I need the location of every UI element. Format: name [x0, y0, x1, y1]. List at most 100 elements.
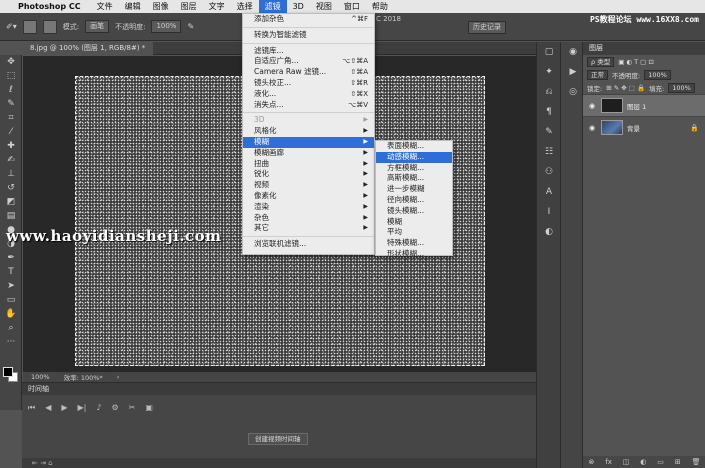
lasso-tool-icon[interactable]: ℓ: [0, 83, 22, 97]
menu-select[interactable]: 选择: [231, 0, 259, 13]
menu-item-adaptive-wide-angle[interactable]: 自适应广角... ⌥⇧⌘A: [243, 56, 374, 67]
filter-icons[interactable]: ▣ ◐ T ▢ ⊡: [618, 58, 654, 66]
history-option[interactable]: 历史记录: [468, 21, 506, 34]
fill-field[interactable]: 100%: [668, 82, 695, 93]
menu-item-distort[interactable]: 扭曲 ▶: [243, 159, 374, 170]
character-icon[interactable]: A: [537, 182, 561, 202]
menu-item-blur-simple[interactable]: 模糊: [376, 217, 452, 228]
eyedropper-tool-icon[interactable]: ⁄: [0, 125, 22, 139]
zoom-level[interactable]: 100%: [31, 373, 50, 381]
eye-icon[interactable]: ◉: [587, 102, 597, 110]
menu-item-filter-gallery[interactable]: 滤镜库...: [243, 46, 374, 57]
trash-icon[interactable]: 🗑: [692, 458, 701, 466]
first-frame-icon[interactable]: ⏮: [28, 403, 35, 413]
link-icon[interactable]: ⊗: [588, 458, 594, 466]
menu-item-noise[interactable]: 杂色 ▶: [243, 213, 374, 224]
status-menu-arrow-icon[interactable]: ›: [117, 373, 120, 381]
menu-item-camera-raw[interactable]: Camera Raw 滤镜... ⇧⌘A: [243, 67, 374, 78]
eraser-tool-icon[interactable]: ✐▾: [6, 22, 17, 31]
menu-item-vanishing-point[interactable]: 消失点... ⌥⌘V: [243, 100, 374, 111]
properties-icon[interactable]: ✦: [537, 62, 561, 82]
menu-item-sharpen[interactable]: 锐化 ▶: [243, 169, 374, 180]
brush-settings-icon[interactable]: ✎: [537, 122, 561, 142]
glyph-icon[interactable]: Ⅰ: [537, 202, 561, 222]
path-select-tool-icon[interactable]: ➤: [0, 279, 22, 293]
clone-source-icon[interactable]: ⚇: [537, 162, 561, 182]
menu-type[interactable]: 文字: [203, 0, 231, 13]
menu-item-other[interactable]: 其它 ▶: [243, 223, 374, 234]
menu-item-blur-gallery[interactable]: 模糊画廊 ▶: [243, 148, 374, 159]
zoom-tool-icon[interactable]: ⌕: [0, 321, 22, 335]
move-tool-icon[interactable]: ✥: [0, 55, 22, 69]
create-video-timeline-button[interactable]: 创建视频时间轴: [248, 433, 308, 445]
timeline-title[interactable]: 时间轴: [22, 383, 536, 395]
libraries-icon[interactable]: ▢: [537, 42, 561, 62]
hand-tool-icon[interactable]: ✋: [0, 307, 22, 321]
split-scissors-icon[interactable]: ✂: [129, 403, 136, 413]
clone-stamp-tool-icon[interactable]: ⊥: [0, 167, 22, 181]
folder-icon[interactable]: ▭: [657, 458, 664, 466]
menu-item-convert-smart-filter[interactable]: 转换为智能滤镜: [243, 30, 374, 41]
settings-gear-icon[interactable]: ⚙: [111, 403, 118, 413]
history-icon[interactable]: ⎌: [537, 82, 561, 102]
brush-tool-icon[interactable]: ✍: [0, 153, 22, 167]
menu-item-blur[interactable]: 模糊 ▶: [243, 136, 374, 148]
mode-select[interactable]: 画笔: [85, 20, 110, 33]
app-name[interactable]: Photoshop CC: [18, 2, 81, 11]
marquee-tool-icon[interactable]: ⬚: [0, 69, 22, 83]
audio-icon[interactable]: ♪: [96, 403, 101, 413]
fx-icon[interactable]: fx: [605, 458, 612, 466]
menu-item-render[interactable]: 渲染 ▶: [243, 202, 374, 213]
menu-image[interactable]: 图像: [147, 0, 175, 13]
tool-presets-icon[interactable]: ☷: [537, 142, 561, 162]
layer-row[interactable]: ◉ 背景 🔒: [583, 116, 705, 138]
crop-tool-icon[interactable]: ⌗: [0, 111, 22, 125]
opacity-field[interactable]: 100%: [151, 20, 182, 33]
quick-select-tool-icon[interactable]: ✎: [0, 97, 22, 111]
menu-layer[interactable]: 图层: [175, 0, 203, 13]
gradient-tool-icon[interactable]: ▤: [0, 209, 22, 223]
menu-item-gaussian-blur[interactable]: 高斯模糊...: [376, 173, 452, 184]
menu-filter[interactable]: 滤镜: [258, 0, 287, 13]
brush-panel-toggle[interactable]: [42, 19, 57, 34]
menu-item-smart-blur[interactable]: 特殊模糊...: [376, 238, 452, 249]
menu-window[interactable]: 窗口: [338, 0, 366, 13]
transition-icon[interactable]: ▣: [145, 403, 153, 413]
menu-item-stylize[interactable]: 风格化 ▶: [243, 126, 374, 137]
healing-brush-tool-icon[interactable]: ✚: [0, 139, 22, 153]
mask-icon[interactable]: ◫: [623, 458, 630, 466]
shape-tool-icon[interactable]: ▭: [0, 293, 22, 307]
paragraph-icon[interactable]: ¶: [537, 102, 561, 122]
menu-item-blur-more[interactable]: 进一步模糊: [376, 184, 452, 195]
menu-item-shape-blur[interactable]: 形状模糊...: [376, 249, 452, 260]
pressure-opacity-icon[interactable]: ✎: [187, 22, 194, 31]
menu-item-box-blur[interactable]: 方框模糊...: [376, 163, 452, 174]
menu-help[interactable]: 帮助: [366, 0, 394, 13]
menu-item-liquify[interactable]: 液化... ⇧⌘X: [243, 89, 374, 100]
lock-options-icons[interactable]: ⊞ ✎ ✥ ⬚ 🔒: [606, 84, 645, 92]
eye-icon[interactable]: ◉: [587, 124, 597, 132]
menu-file[interactable]: 文件: [91, 0, 119, 13]
menu-view[interactable]: 视图: [310, 0, 338, 13]
eraser-tool-icon[interactable]: ◩: [0, 195, 22, 209]
menu-item-lens-blur[interactable]: 镜头模糊...: [376, 206, 452, 217]
blend-mode-select[interactable]: 正常: [587, 69, 608, 80]
layer-row[interactable]: ◉ 图层 1: [583, 94, 705, 116]
menu-item-browse-online-filters[interactable]: 浏览联机滤镜...: [243, 239, 374, 250]
adjustment-icon[interactable]: ◐: [640, 458, 646, 466]
menu-item-add-noise[interactable]: 添加杂色 ^⌘F: [243, 14, 374, 25]
document-tab[interactable]: 8.jpg @ 100% (图层 1, RGB/8#) *: [22, 42, 154, 55]
adjustments-icon[interactable]: ◐: [537, 222, 561, 242]
menu-item-motion-blur[interactable]: 动感模糊...: [376, 151, 452, 163]
menu-item-average[interactable]: 平均: [376, 227, 452, 238]
play-icon[interactable]: ▶: [61, 403, 67, 413]
layer-name[interactable]: 图层 1: [627, 101, 646, 111]
next-frame-icon[interactable]: ▶|: [78, 403, 87, 413]
foreground-color-swatch[interactable]: [3, 367, 13, 377]
menu-item-video[interactable]: 视频 ▶: [243, 180, 374, 191]
layer-filter-select[interactable]: ρ 类型: [587, 56, 615, 67]
menu-item-pixelate[interactable]: 像素化 ▶: [243, 191, 374, 202]
history-brush-tool-icon[interactable]: ↺: [0, 181, 22, 195]
layer-opacity-field[interactable]: 100%: [644, 69, 671, 80]
layers-tab[interactable]: 图层: [583, 42, 705, 55]
